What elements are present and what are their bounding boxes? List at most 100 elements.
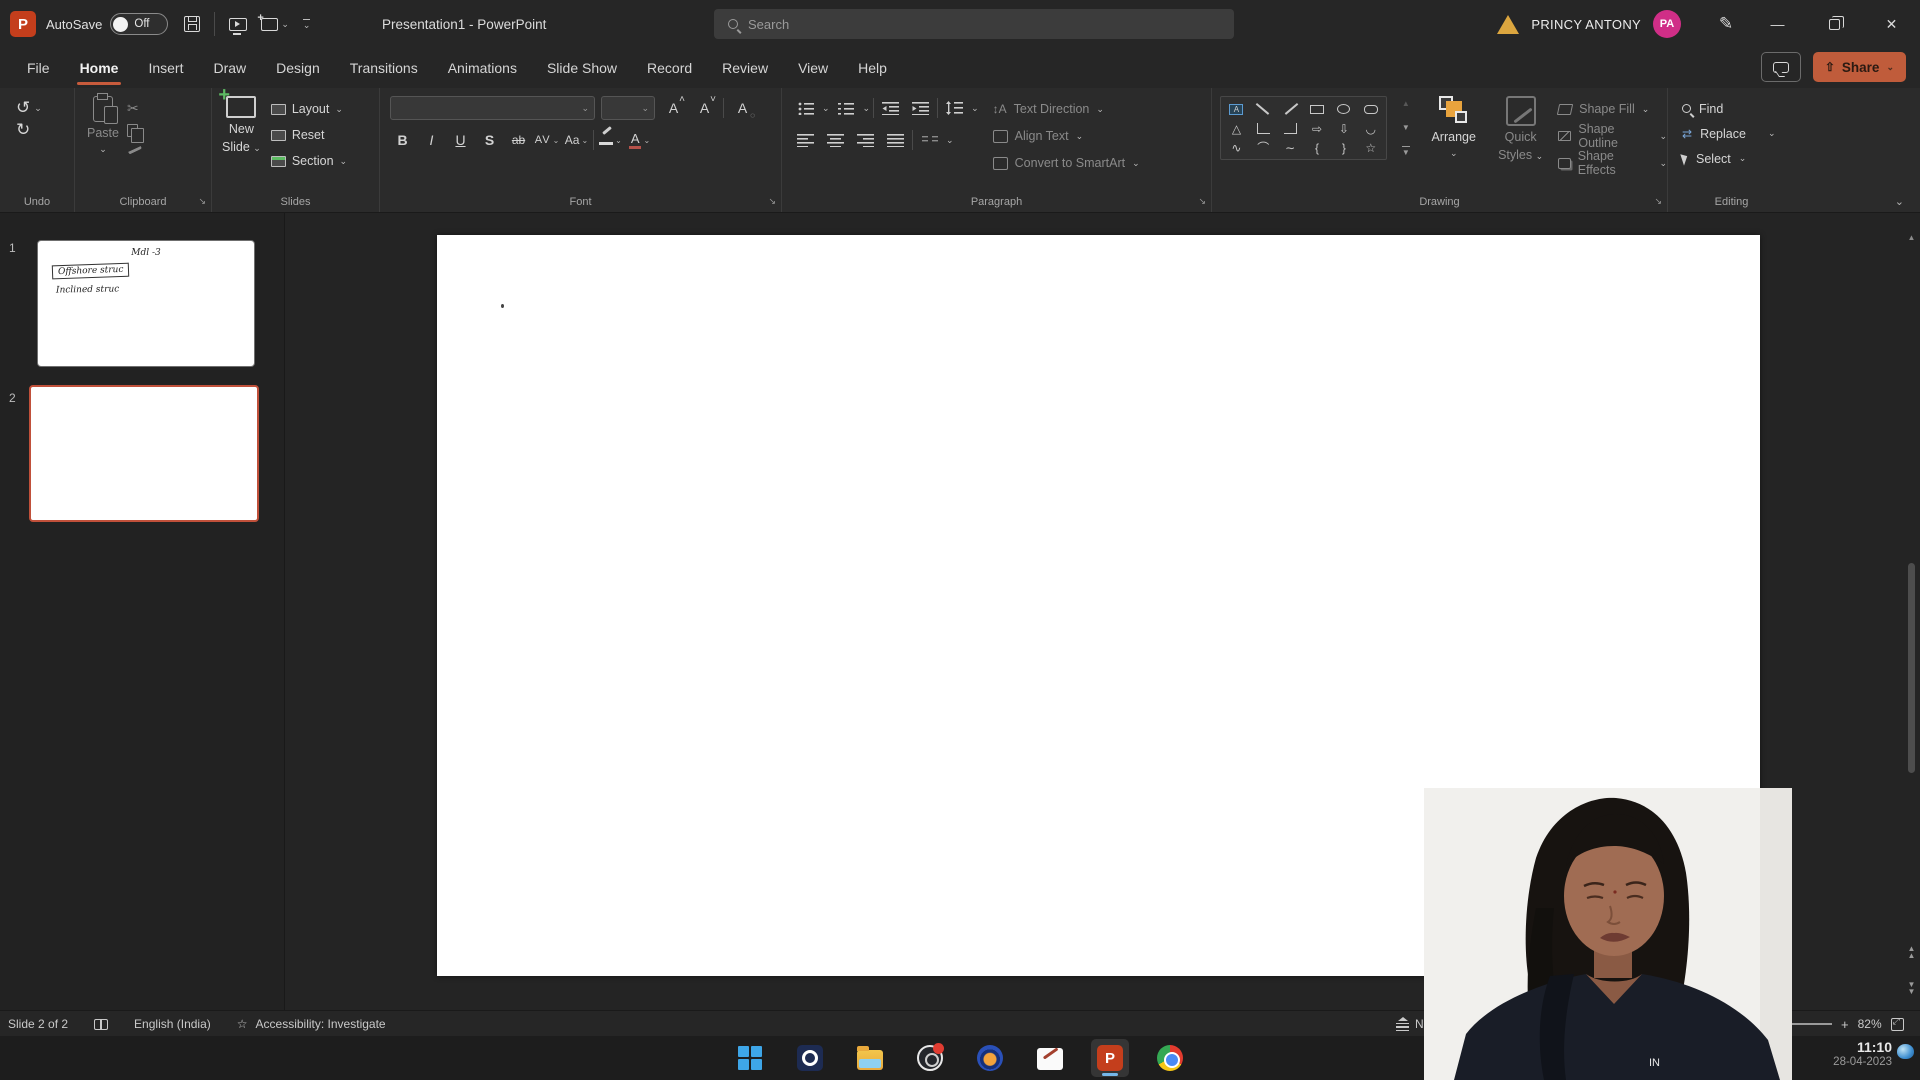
chevron-down-icon[interactable]: ⌄ xyxy=(946,135,954,146)
search-input[interactable]: Search xyxy=(714,9,1234,39)
strikethrough-button[interactable]: ab xyxy=(506,128,531,152)
collapse-ribbon-icon[interactable]: ⌄ xyxy=(1895,195,1904,208)
gallery-up-icon[interactable]: ▲ xyxy=(1402,99,1410,108)
undo-button[interactable]: ↺⌄ xyxy=(16,98,74,118)
cut-button[interactable]: ✂ xyxy=(127,100,141,117)
close-button[interactable]: ✕ xyxy=(1863,0,1920,48)
text-direction-button[interactable]: ↕AText Direction⌄ xyxy=(993,98,1140,120)
tab-help[interactable]: Help xyxy=(843,48,902,88)
arrow-shape-icon[interactable] xyxy=(1284,103,1297,116)
format-painter-button[interactable] xyxy=(126,141,142,154)
elbow-connector-icon[interactable] xyxy=(1257,123,1270,134)
character-spacing-button[interactable]: AV⌄ xyxy=(535,128,560,152)
find-button[interactable]: Find xyxy=(1682,96,1795,121)
tab-draw[interactable]: Draw xyxy=(198,48,261,88)
dialog-launcher-icon[interactable]: ↘ xyxy=(768,196,776,207)
quick-styles-button[interactable]: Quick Styles ⌄ xyxy=(1493,96,1548,212)
language-indicator[interactable]: English (India) xyxy=(134,1017,211,1031)
file-explorer-button[interactable] xyxy=(851,1039,889,1077)
replace-button[interactable]: ⇄Replace⌄ xyxy=(1682,121,1795,146)
reset-button[interactable]: Reset xyxy=(271,124,347,146)
text-highlight-button[interactable]: ⌄ xyxy=(598,128,623,152)
slide-indicator[interactable]: Slide 2 of 2 xyxy=(8,1017,68,1031)
change-case-button[interactable]: Aa⌄ xyxy=(564,128,589,152)
section-button[interactable]: Section⌄ xyxy=(271,150,347,172)
select-button[interactable]: Select⌄ xyxy=(1682,146,1795,171)
start-from-beginning-button[interactable] xyxy=(229,18,247,31)
down-arrow-shape-icon[interactable]: ⇩ xyxy=(1339,123,1349,135)
obs-studio-button[interactable] xyxy=(911,1039,949,1077)
tab-review[interactable]: Review xyxy=(707,48,783,88)
keyboard-language-indicator[interactable]: IN xyxy=(1649,1057,1660,1069)
paste-button[interactable]: Paste ⌄ xyxy=(87,96,119,212)
grow-font-button[interactable]: A xyxy=(661,96,686,120)
autosave-control[interactable]: AutoSave Off xyxy=(46,13,168,35)
font-name-combobox[interactable]: ⌄ xyxy=(390,96,595,120)
align-center-button[interactable] xyxy=(822,128,849,152)
chevron-down-icon[interactable]: ⌄ xyxy=(863,103,871,114)
zoom-level[interactable]: 82% xyxy=(1858,1017,1882,1031)
qat-new-slide-button[interactable]: ⌄ xyxy=(261,18,289,31)
underline-button[interactable]: U xyxy=(448,128,473,152)
camera-app-button[interactable] xyxy=(791,1039,829,1077)
shrink-font-button[interactable]: A xyxy=(692,96,717,120)
powerpoint-taskbar-button[interactable]: P xyxy=(1091,1039,1129,1077)
curve-shape-icon[interactable]: ∼ xyxy=(1285,142,1295,154)
line-shape-icon[interactable] xyxy=(1257,103,1270,116)
elbow-arrow-connector-icon[interactable] xyxy=(1284,123,1297,134)
spell-check-button[interactable] xyxy=(94,1019,108,1030)
shape-fill-button[interactable]: Shape Fill⌄ xyxy=(1558,98,1667,120)
next-slide-button[interactable]: ▼▼ xyxy=(1905,981,1918,995)
align-left-button[interactable] xyxy=(792,128,819,152)
convert-to-smartart-button[interactable]: Convert to SmartArt⌄ xyxy=(993,152,1140,174)
inking-pen-icon[interactable]: ✎ xyxy=(1703,0,1749,48)
previous-slide-button[interactable]: ▲▲ xyxy=(1905,945,1918,959)
warning-icon[interactable] xyxy=(1497,15,1519,34)
decrease-indent-button[interactable] xyxy=(877,96,904,120)
chevron-down-icon[interactable]: ⌄ xyxy=(822,103,830,114)
tab-view[interactable]: View xyxy=(783,48,843,88)
gallery-more-icon[interactable]: ▼ xyxy=(1402,146,1410,157)
zoom-in-button[interactable]: + xyxy=(1841,1017,1849,1032)
save-button[interactable] xyxy=(184,16,200,32)
tab-file[interactable]: File xyxy=(12,48,65,88)
right-arrow-shape-icon[interactable]: ⇨ xyxy=(1312,123,1322,135)
redo-button[interactable]: ↻ xyxy=(16,120,74,140)
dialog-launcher-icon[interactable]: ↘ xyxy=(198,196,206,207)
gallery-down-icon[interactable]: ▼ xyxy=(1402,123,1410,132)
minimize-button[interactable]: — xyxy=(1749,0,1806,48)
align-text-button[interactable]: Align Text⌄ xyxy=(993,125,1140,147)
dialog-launcher-icon[interactable]: ↘ xyxy=(1654,196,1662,207)
oval-shape-icon[interactable] xyxy=(1337,104,1350,114)
start-button[interactable] xyxy=(731,1039,769,1077)
tab-transitions[interactable]: Transitions xyxy=(335,48,433,88)
slide-2-thumbnail[interactable] xyxy=(29,385,259,522)
tab-insert[interactable]: Insert xyxy=(133,48,198,88)
share-button[interactable]: ⇧ Share ⌄ xyxy=(1813,52,1906,82)
powerpoint-logo-icon[interactable]: P xyxy=(10,11,36,37)
bullets-button[interactable] xyxy=(792,96,819,120)
justify-button[interactable] xyxy=(882,128,909,152)
tab-animations[interactable]: Animations xyxy=(433,48,532,88)
shape-outline-button[interactable]: Shape Outline⌄ xyxy=(1558,125,1667,147)
text-box-shape-icon[interactable]: A xyxy=(1229,104,1243,115)
chrome-button[interactable] xyxy=(1151,1039,1189,1077)
dialog-launcher-icon[interactable]: ↘ xyxy=(1198,196,1206,207)
accessibility-status[interactable]: ☆Accessibility: Investigate xyxy=(237,1017,386,1031)
tray-notification-icon[interactable] xyxy=(1897,1044,1914,1059)
blob-shape-icon[interactable]: ◡ xyxy=(1366,123,1376,135)
tab-design[interactable]: Design xyxy=(261,48,335,88)
tab-home[interactable]: Home xyxy=(65,48,134,88)
copy-button[interactable] xyxy=(127,124,138,137)
new-slide-button[interactable]: New Slide ⌄ xyxy=(222,96,261,212)
scribble-shape-icon[interactable]: ∿ xyxy=(1231,142,1241,154)
shape-effects-button[interactable]: Shape Effects⌄ xyxy=(1558,152,1667,174)
whiteboard-app-button[interactable] xyxy=(1031,1039,1069,1077)
slide-1-thumbnail[interactable]: Mdl -3 Offshore struc Inclined struc xyxy=(37,240,255,367)
align-right-button[interactable] xyxy=(852,128,879,152)
shape-gallery[interactable]: A △ ⇨ ⇩ ◡ ∿ ⌒ ∼ { } ☆ xyxy=(1220,96,1387,160)
scrollbar-thumb[interactable] xyxy=(1908,563,1915,773)
font-size-combobox[interactable]: ⌄ xyxy=(601,96,655,120)
fit-slide-to-window-button[interactable] xyxy=(1891,1018,1904,1031)
arrange-button[interactable]: Arrange ⌄ xyxy=(1424,96,1483,212)
